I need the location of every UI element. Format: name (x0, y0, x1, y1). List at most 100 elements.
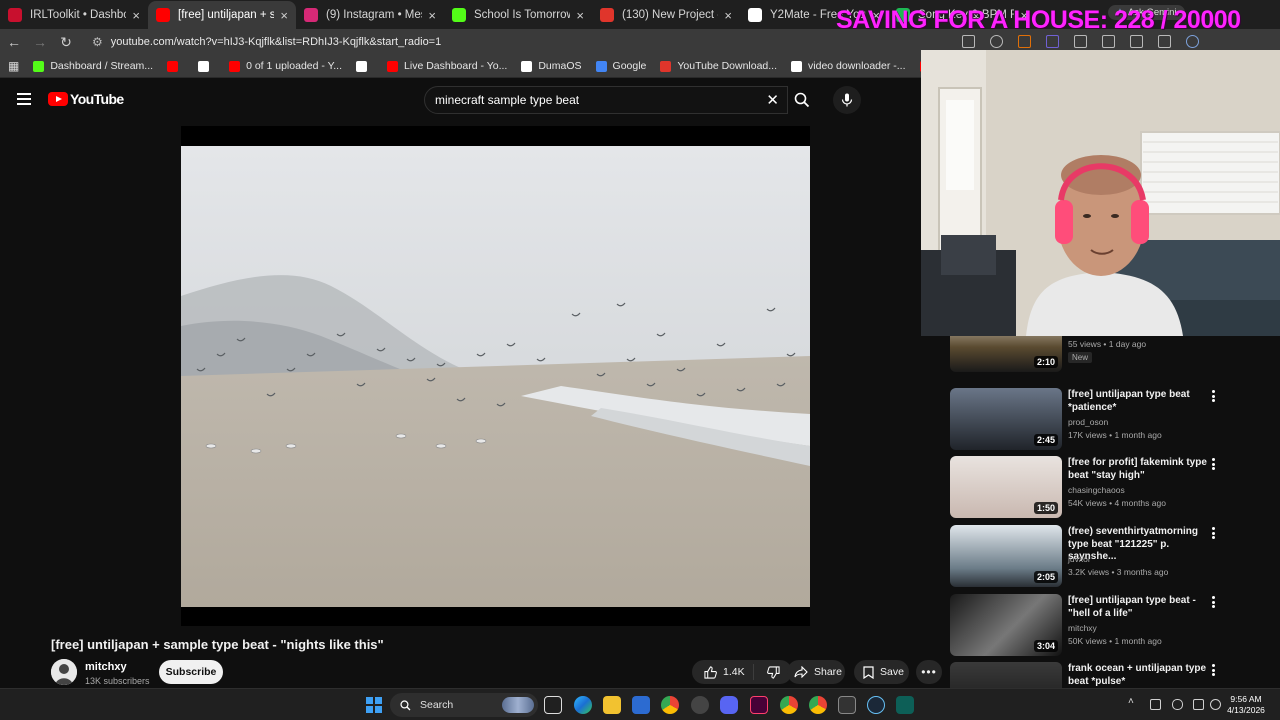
extension-icon-3[interactable] (1074, 35, 1087, 48)
more-options-icon[interactable] (1212, 458, 1216, 470)
voice-search-button[interactable] (833, 86, 861, 114)
recommendation-thumbnail[interactable] (950, 662, 1062, 688)
browser-tab[interactable]: (130) New Project - Studi × (592, 1, 740, 29)
windows-start-icon[interactable] (366, 697, 382, 713)
recommendation-thumbnail[interactable]: 2:45 (950, 388, 1062, 450)
close-tab-icon[interactable]: × (280, 8, 288, 23)
puzzle-icon[interactable] (1102, 35, 1115, 48)
chrome-icon[interactable] (661, 696, 679, 714)
app-icon-dark[interactable] (691, 696, 709, 714)
recommendation-title[interactable]: [free] untiljapan type beat *patience* (1068, 389, 1210, 414)
install-icon[interactable] (962, 35, 975, 48)
forward-button[interactable]: → (28, 30, 52, 54)
bookmark-item[interactable]: video downloader -... (791, 60, 906, 72)
network-off-icon[interactable] (1150, 699, 1161, 710)
recommendation-thumbnail[interactable]: 1:50 (950, 456, 1062, 518)
recommendation-title[interactable]: frank ocean + untiljapan type beat *puls… (1068, 663, 1210, 688)
browser-tab[interactable]: (9) Instagram • Messages × (296, 1, 444, 29)
more-options-icon[interactable] (1212, 664, 1216, 676)
apps-grid-icon[interactable]: ▦ (8, 59, 19, 73)
chrome-icon-3[interactable] (809, 696, 827, 714)
recommendation-thumbnail[interactable]: 3:04 (950, 594, 1062, 656)
video-duration-badge: 2:45 (1033, 434, 1058, 446)
sidebar-icon[interactable] (1130, 35, 1143, 48)
download-icon[interactable] (1158, 35, 1171, 48)
recommendation-item[interactable]: 2:10Beat - up nextprodfaiss55 views • 1 … (950, 336, 1280, 376)
close-tab-icon[interactable]: × (576, 8, 584, 23)
close-tab-icon[interactable]: × (428, 8, 436, 23)
search-button[interactable] (788, 86, 816, 114)
bookmark-item[interactable]: Live Dashboard - Yo... (387, 60, 507, 72)
share-button[interactable]: Share (787, 660, 845, 684)
back-button[interactable]: ← (2, 30, 26, 54)
bookmark-item[interactable]: YouTube Download... (660, 60, 777, 72)
file-explorer-icon[interactable] (603, 696, 621, 714)
taskbar-clock[interactable]: 9:56 AM 4/13/2026 (1220, 694, 1272, 716)
reload-button[interactable]: ↻ (54, 30, 78, 54)
recommendation-thumbnail[interactable]: 2:05 (950, 525, 1062, 587)
microphone-tray-icon[interactable] (1172, 699, 1183, 710)
recommendation-channel[interactable]: prod_oson (1068, 417, 1108, 427)
screen: IRLToolkit • Dashboard×[free] untiljapan… (0, 0, 1280, 720)
like-button[interactable]: 1.4K (692, 664, 754, 680)
video-player[interactable] (181, 126, 810, 626)
profile-icon[interactable] (1186, 35, 1199, 48)
more-options-icon[interactable] (1212, 527, 1216, 539)
subscribe-button[interactable]: Subscribe (159, 660, 223, 684)
channel-name[interactable]: mitchxy (85, 661, 127, 673)
url-field[interactable]: ⚙ youtube.com/watch?v=hIJ3-Kqjflk&list=R… (92, 31, 922, 53)
video-duration-badge: 2:10 (1033, 356, 1058, 368)
bookmark-item[interactable] (356, 60, 373, 72)
taskbar-search-box[interactable]: Search (390, 693, 538, 717)
extension-icon-2[interactable] (1046, 35, 1059, 48)
recommendation-item[interactable]: frank ocean + untiljapan type beat *puls… (950, 662, 1280, 688)
recommendation-title[interactable]: [free] untiljapan type beat - "hell of a… (1068, 595, 1210, 620)
more-options-icon[interactable] (1212, 390, 1216, 402)
browser-tab[interactable]: IRLToolkit • Dashboard × (0, 1, 148, 29)
discord-icon[interactable] (720, 696, 738, 714)
edge-browser-icon[interactable] (574, 696, 592, 714)
bookmark-item[interactable]: 0 of 1 uploaded - Y... (229, 60, 342, 72)
bookmark-item[interactable] (167, 60, 184, 72)
adobe-icon[interactable] (750, 696, 768, 714)
youtube-logo[interactable]: YouTube (48, 91, 124, 107)
browser-tab[interactable]: [free] untiljapan + sampl × (148, 1, 296, 29)
bookmark-item[interactable]: DumaOS (521, 60, 582, 72)
recommendation-item[interactable]: 3:04 [free] untiljapan type beat - "hell … (950, 594, 1280, 660)
site-info-icon[interactable]: ⚙ (92, 35, 103, 49)
store-icon[interactable] (632, 696, 650, 714)
bookmark-item[interactable]: Dashboard / Stream... (33, 60, 153, 72)
steam-icon[interactable] (867, 696, 885, 714)
bookmark-label: Dashboard / Stream... (50, 60, 154, 72)
recommendation-item[interactable]: 1:50 [free for profit] fakemink type beat… (950, 456, 1280, 522)
new-badge: New (1068, 352, 1093, 363)
menu-icon[interactable] (17, 93, 31, 105)
app-icon-edit[interactable] (838, 696, 856, 714)
tray-overflow-icon[interactable]: ˄ (1128, 696, 1134, 707)
browser-tab[interactable]: School Is Tomorrow.. Sigh × (444, 1, 592, 29)
chrome-icon-2[interactable] (780, 696, 798, 714)
clear-search-icon[interactable]: ✕ (766, 91, 779, 109)
recommendation-title[interactable]: [free for profit] fakemink type beat "st… (1068, 457, 1210, 482)
recommendation-item[interactable]: 2:05 (free) seventhirtyatmorning type bea… (950, 525, 1280, 591)
app-icon-terminal[interactable] (896, 696, 914, 714)
recommendation-thumbnail[interactable]: 2:10 (950, 336, 1062, 372)
recommendation-item[interactable]: 2:45 [free] untiljapan type beat *patienc… (950, 388, 1280, 454)
task-view-icon[interactable] (544, 696, 562, 714)
bookmark-star-icon[interactable] (990, 35, 1003, 48)
video-title: [free] untiljapan + sample type beat - "… (51, 637, 384, 652)
search-input[interactable]: minecraft sample type beat ✕ (424, 86, 788, 114)
save-button[interactable]: Save (854, 660, 909, 684)
bookmark-item[interactable] (198, 60, 215, 72)
close-tab-icon[interactable]: × (724, 8, 732, 23)
channel-avatar[interactable] (51, 659, 77, 685)
bookmark-item[interactable]: Google (595, 60, 646, 72)
close-tab-icon[interactable]: × (132, 8, 140, 23)
more-options-icon[interactable] (1212, 596, 1216, 608)
recommendation-channel[interactable]: chasingchaoos (1068, 485, 1125, 495)
extension-icon[interactable] (1018, 35, 1031, 48)
recommendation-channel[interactable]: mitchxy (1068, 623, 1097, 633)
display-icon[interactable] (1193, 699, 1204, 710)
recommendation-channel[interactable]: juvxol (1068, 554, 1090, 564)
more-actions-button[interactable]: ••• (916, 660, 942, 684)
